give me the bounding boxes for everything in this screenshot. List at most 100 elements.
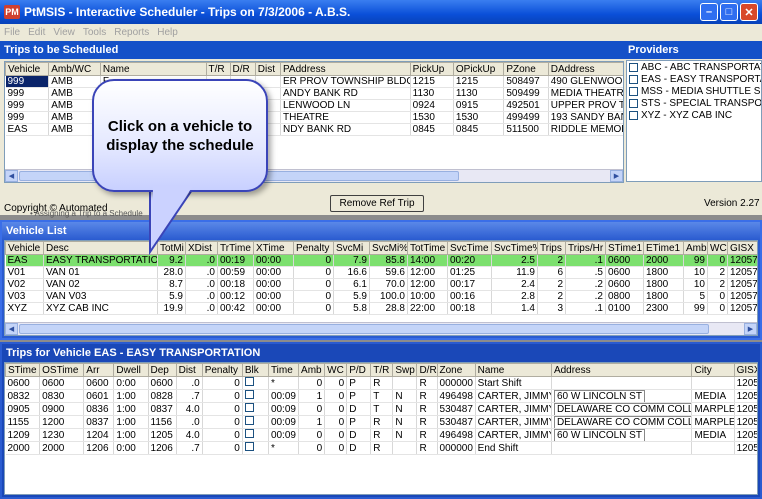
vehicle-trip-row[interactable]: 2000 2000 1206 0:00 1206.7 0 * 0 0 D R R 000000 End S…: [5, 441, 757, 455]
address-field[interactable]: DELAWARE CO COMM COLLEGE: [553, 415, 691, 428]
trips-col-header[interactable]: Dist: [254, 62, 281, 76]
vehicle-row[interactable]: XYZ XYZ CAB INC 19.9.0 00:42 00:00 0 5.8 28.8 22…: [5, 302, 757, 315]
vehicle-col-header[interactable]: TotTime: [407, 241, 448, 255]
provider-checkbox[interactable]: [629, 86, 638, 96]
vehicle-trip-col-header[interactable]: Name: [474, 363, 552, 377]
vehicle-col-header[interactable]: Amb: [683, 241, 708, 255]
vehicle-col-header[interactable]: XDist: [185, 241, 218, 255]
address-field[interactable]: 60 W LINCOLN ST: [553, 428, 645, 441]
vehicle-col-header[interactable]: Trips: [537, 241, 566, 255]
vehicle-trip-col-header[interactable]: Arr: [83, 363, 115, 377]
address-field[interactable]: DELAWARE CO COMM COLLEGE: [553, 402, 691, 415]
vehicle-hscrollbar[interactable]: ◀ ▶: [5, 322, 757, 335]
scroll-right-icon[interactable]: ▶: [610, 170, 623, 182]
vehicle-col-header[interactable]: GISX: [727, 241, 757, 255]
blk-checkbox[interactable]: [244, 377, 254, 386]
trips-col-header[interactable]: Amb/WC: [48, 62, 101, 76]
maximize-button[interactable]: □: [720, 3, 738, 21]
vehicle-trip-col-header[interactable]: WC: [324, 363, 348, 377]
scroll-left-icon[interactable]: ◀: [5, 323, 18, 335]
vehicle-col-header[interactable]: SvcTime: [447, 241, 492, 255]
vehicle-trip-col-header[interactable]: City: [691, 363, 735, 377]
close-button[interactable]: ✕: [740, 3, 758, 21]
blk-checkbox[interactable]: [244, 442, 254, 451]
vehicle-row[interactable]: V02 VAN 02 8.7.0 00:18 00:00 0 6.1 70.0 12:00 00:…: [5, 278, 757, 291]
window-title-bar[interactable]: PM PtMSIS - Interactive Scheduler - Trip…: [0, 0, 762, 24]
vehicle-col-header[interactable]: SvcMi: [333, 241, 370, 255]
menu-item-tools[interactable]: Tools: [83, 27, 106, 38]
vehicle-trip-col-header[interactable]: OSTime: [39, 363, 85, 377]
vehicle-trip-col-header[interactable]: Address: [550, 363, 693, 377]
trips-col-header[interactable]: T/R: [205, 62, 231, 76]
vehicle-trip-col-header[interactable]: P/D: [346, 363, 372, 377]
vehicle-trip-col-header[interactable]: Dwell: [113, 363, 149, 377]
vehicle-col-header[interactable]: Vehicle: [5, 241, 44, 255]
vehicle-row[interactable]: EAS EASY TRANSPORTATION 9.2.0 00:19 00:00 0 7.…: [5, 254, 757, 267]
vehicle-col-header[interactable]: Trips/Hr: [565, 241, 606, 255]
vehicle-trip-col-header[interactable]: Swp: [392, 363, 418, 377]
trips-col-header[interactable]: PAddress: [279, 62, 411, 76]
vehicle-col-header[interactable]: SvcTime%: [491, 241, 538, 255]
vehicle-col-header[interactable]: SvcMi%: [369, 241, 408, 255]
remove-ref-trip-button[interactable]: Remove Ref Trip: [330, 195, 424, 212]
menu-item-help[interactable]: Help: [157, 27, 178, 38]
trips-col-header[interactable]: D/R: [229, 62, 256, 76]
vehicle-trip-col-header[interactable]: STime: [5, 363, 41, 377]
trips-col-header[interactable]: Name: [99, 62, 207, 76]
provider-label: ABC - ABC TRANSPORTATION: [641, 61, 761, 73]
vehicle-col-header[interactable]: ETime1: [643, 241, 684, 255]
trips-col-header[interactable]: DAddress: [547, 62, 623, 76]
vehicle-trip-col-header[interactable]: GISX: [733, 363, 757, 377]
vehicle-trip-col-header[interactable]: Zone: [436, 363, 476, 377]
vehicle-col-header[interactable]: XTime: [253, 241, 294, 255]
vehicle-col-header[interactable]: TrTime: [217, 241, 254, 255]
menu-item-file[interactable]: File: [4, 27, 20, 38]
vehicle-trip-col-header[interactable]: Amb: [298, 363, 326, 377]
vehicle-trip-col-header[interactable]: Time: [267, 363, 300, 377]
trips-col-header[interactable]: OPickUp: [452, 62, 505, 76]
vehicle-trip-row[interactable]: 0905 0900 0836 1:00 0837 4.0 0 00:09 0 0 D T N R 53048…: [5, 402, 757, 416]
vehicle-trip-col-header[interactable]: T/R: [370, 363, 394, 377]
vehicle-col-header[interactable]: TotMi: [157, 241, 186, 255]
provider-item[interactable]: EAS - EASY TRANSPORTATION: [627, 73, 761, 85]
trips-col-header[interactable]: PZone: [503, 62, 549, 76]
minimize-button[interactable]: –: [700, 3, 718, 21]
provider-checkbox[interactable]: [629, 62, 638, 72]
vehicle-trip-row[interactable]: 1155 1200 0837 1:00 1156.0 0 00:09 1 0 P R N R 530487…: [5, 415, 757, 429]
vehicle-row[interactable]: V03 VAN V03 5.9.0 00:12 00:00 0 5.9 100.0 10:00 0…: [5, 290, 757, 303]
address-field[interactable]: 60 W LINCOLN ST: [553, 389, 645, 402]
scroll-left-icon[interactable]: ◀: [5, 170, 18, 182]
scroll-right-icon[interactable]: ▶: [744, 323, 757, 335]
provider-checkbox[interactable]: [629, 110, 638, 120]
blk-checkbox[interactable]: [244, 390, 254, 399]
vehicle-col-header[interactable]: STime1: [605, 241, 644, 255]
vehicle-col-header[interactable]: Penalty: [293, 241, 334, 255]
provider-item[interactable]: STS - SPECIAL TRANSPORT: [627, 97, 761, 109]
vehicle-trip-col-header[interactable]: D/R: [416, 363, 438, 377]
vehicle-trip-col-header[interactable]: Dist: [175, 363, 203, 377]
scroll-thumb[interactable]: [19, 324, 709, 334]
trips-col-header[interactable]: Vehicle: [5, 62, 50, 76]
vehicle-trip-col-header[interactable]: Blk: [241, 363, 269, 377]
help-link-fragment[interactable]: • Assigning a Trip to a Schedule: [30, 209, 143, 218]
provider-checkbox[interactable]: [629, 98, 638, 108]
vehicle-trip-row[interactable]: 1209 1230 1204 1:00 1205 4.0 0 00:09 0 0 D R N R 49649…: [5, 428, 757, 442]
blk-checkbox[interactable]: [244, 403, 254, 412]
menu-item-reports[interactable]: Reports: [114, 27, 149, 38]
vehicle-row[interactable]: V01 VAN 01 28.0.0 00:59 00:00 0 16.6 59.6 12:00 0…: [5, 266, 757, 279]
blk-checkbox[interactable]: [244, 429, 254, 438]
provider-checkbox[interactable]: [629, 74, 638, 84]
provider-item[interactable]: XYZ - XYZ CAB INC: [627, 109, 761, 121]
provider-item[interactable]: MSS - MEDIA SHUTTLE SERV: [627, 85, 761, 97]
trips-col-header[interactable]: PickUp: [409, 62, 454, 76]
blk-checkbox[interactable]: [244, 416, 254, 425]
vehicle-trip-col-header[interactable]: Dep: [147, 363, 177, 377]
vehicle-trip-row[interactable]: 0832 0830 0601 1:00 0828.7 0 00:09 1 0 P T N R 496498…: [5, 389, 757, 403]
menu-item-view[interactable]: View: [53, 27, 75, 38]
menu-item-edit[interactable]: Edit: [28, 27, 45, 38]
vehicle-trip-row[interactable]: 0600 0600 0600 0:00 0600.0 0 * 0 0 P R R 000000 Start…: [5, 376, 757, 390]
provider-item[interactable]: ABC - ABC TRANSPORTATION: [627, 61, 761, 73]
vehicle-col-header[interactable]: WC: [707, 241, 728, 255]
vehicle-col-header[interactable]: Desc: [43, 241, 158, 255]
vehicle-trip-col-header[interactable]: Penalty: [201, 363, 243, 377]
